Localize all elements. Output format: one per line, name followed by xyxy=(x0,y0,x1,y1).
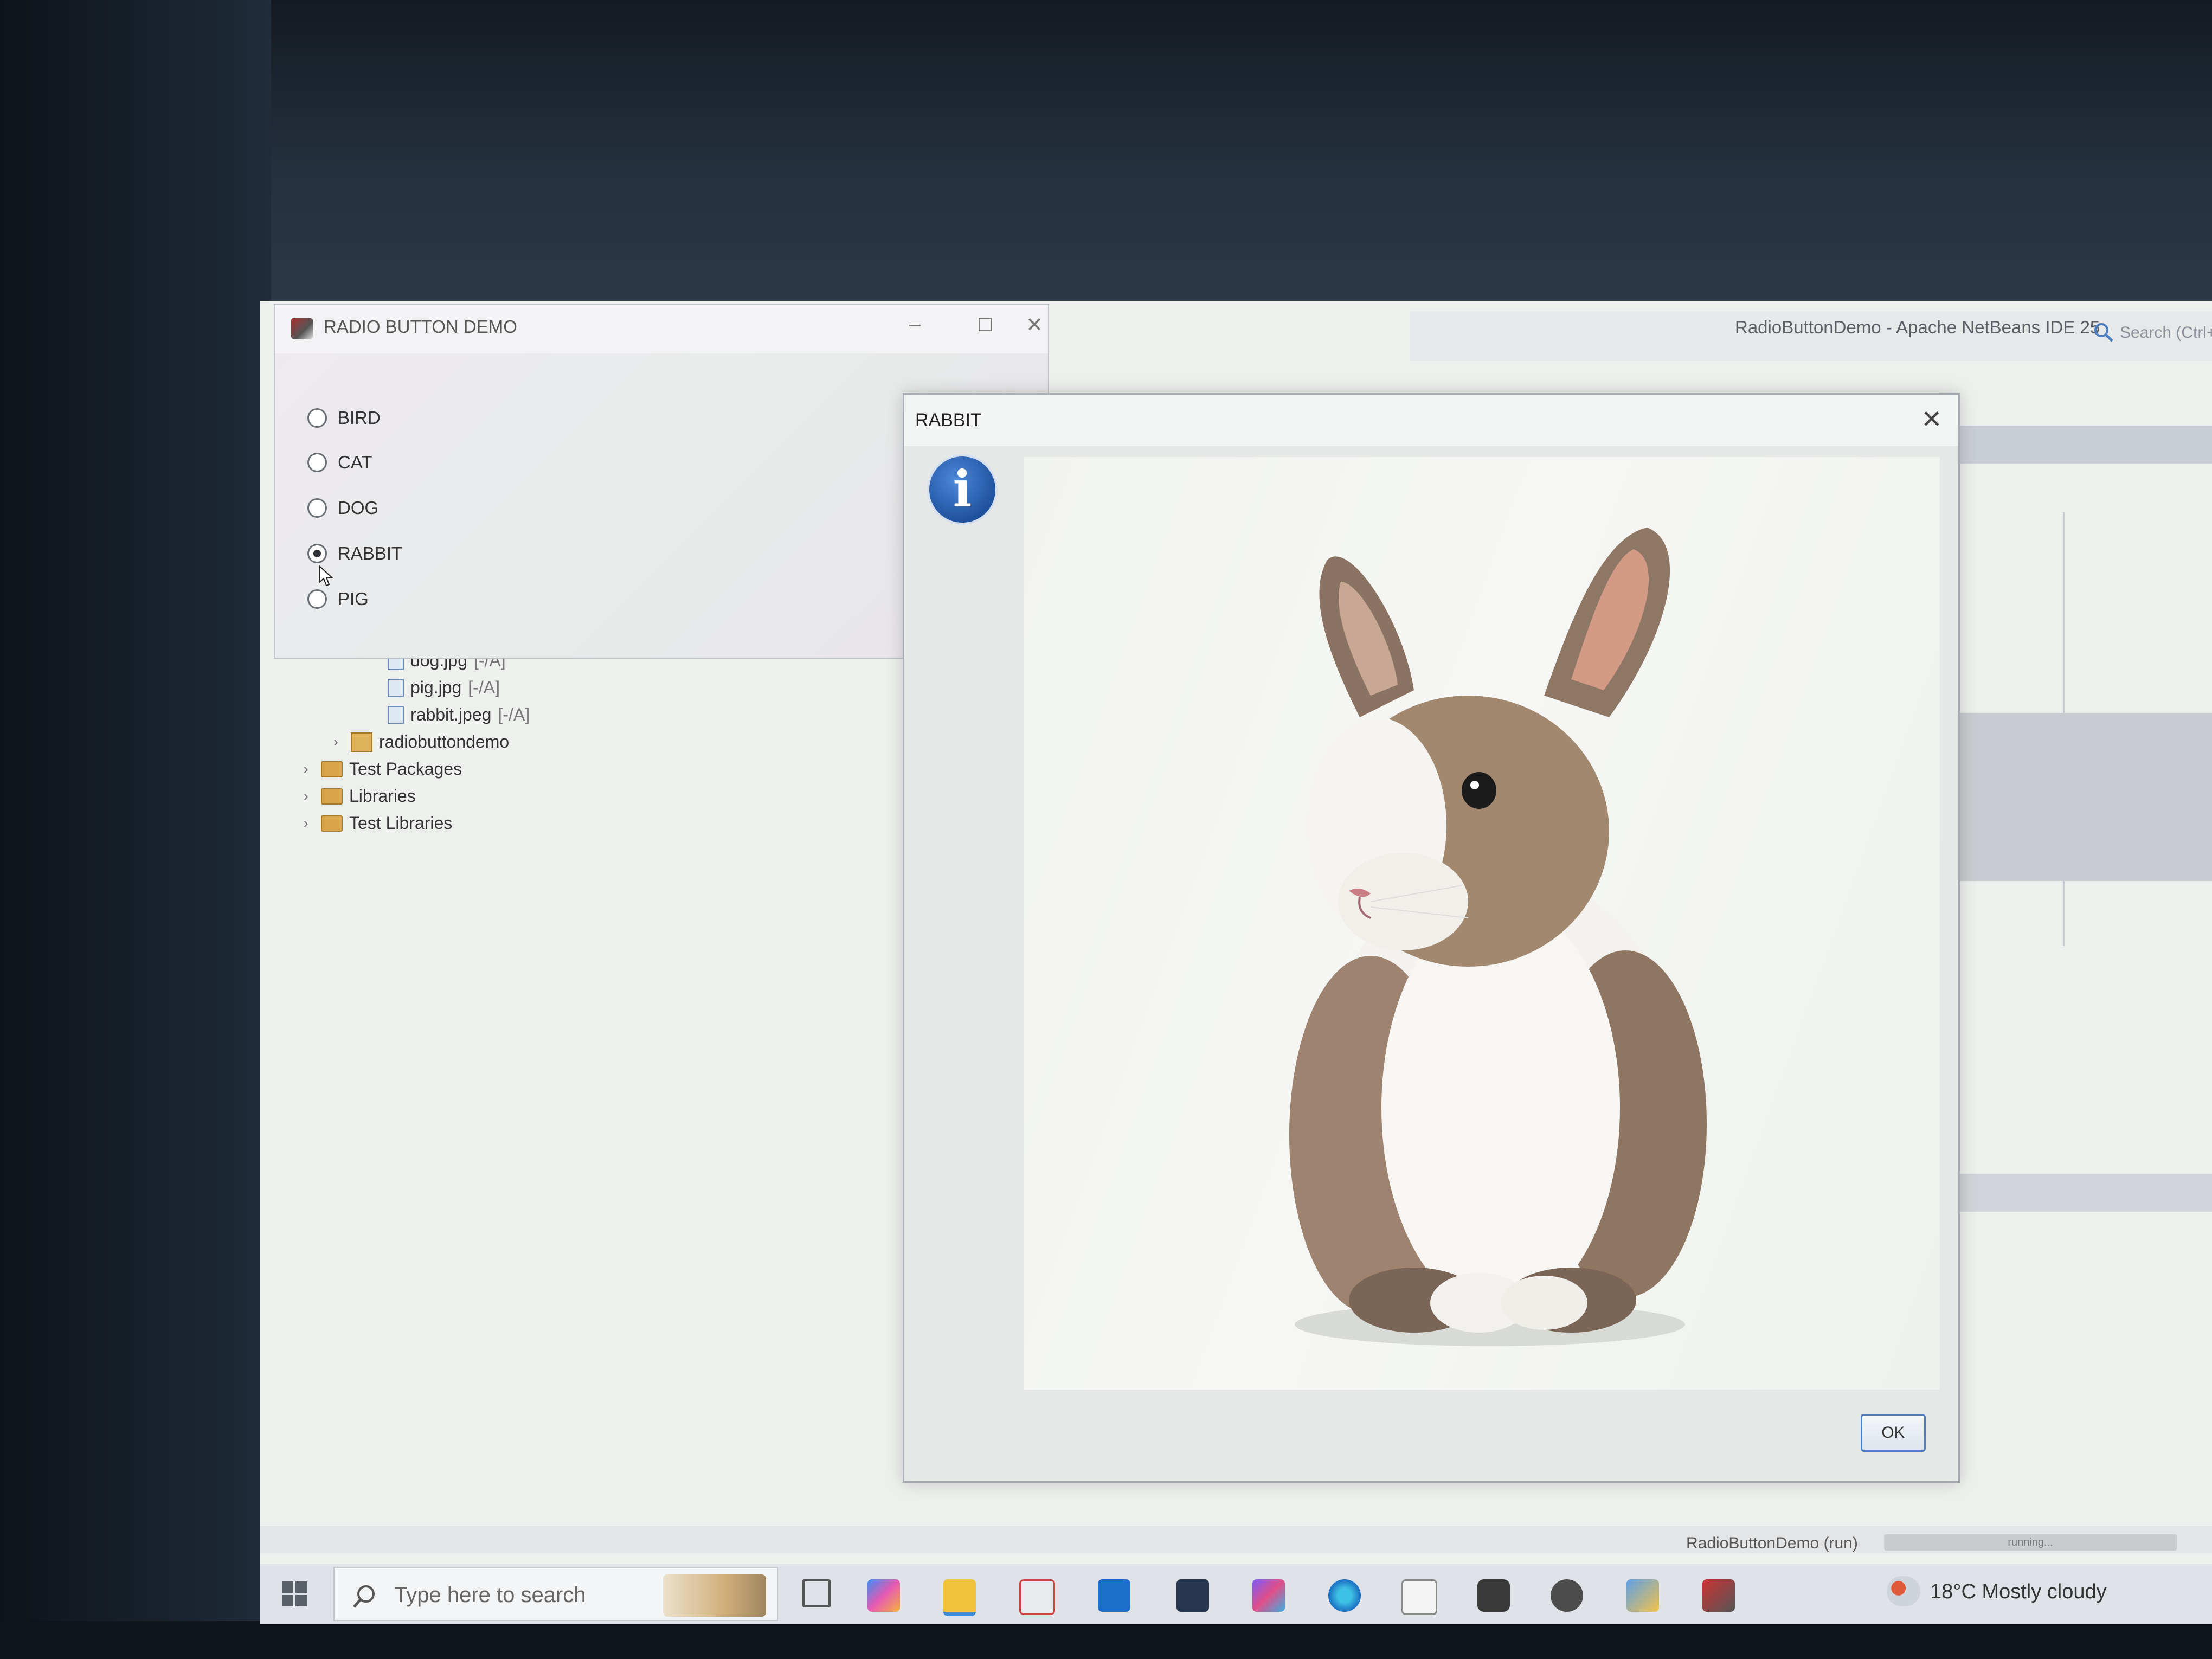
dialog-title: RABBIT xyxy=(915,410,982,430)
radio-option-pig[interactable]: PIG xyxy=(307,589,369,609)
tree-folder-item[interactable]: › Test Packages xyxy=(304,759,462,779)
radio-button[interactable] xyxy=(307,498,327,518)
weather-status[interactable]: 18°C Mostly cloudy xyxy=(1930,1580,2107,1604)
editor-toolbar xyxy=(1952,426,2212,464)
netbeans-window-title: RadioButtonDemo - Apache NetBeans IDE 25 xyxy=(1735,317,2100,337)
windows-taskbar: Type here to search 18°C Mostly cloudy xyxy=(260,1564,2212,1624)
window-title-bar: RADIO BUTTON DEMO – ☐ ✕ xyxy=(275,305,1048,353)
tree-file-item[interactable]: pig.jpg [-/A] xyxy=(388,678,500,698)
information-icon: i xyxy=(927,454,998,525)
youtube-icon[interactable] xyxy=(1477,1579,1510,1612)
chevron-right-icon[interactable]: › xyxy=(304,815,314,832)
window-title: RADIO BUTTON DEMO xyxy=(324,317,517,337)
image-file-icon xyxy=(388,705,404,724)
tree-folder-item[interactable]: › Test Libraries xyxy=(304,813,452,833)
tree-package-item[interactable]: › radiobuttondemo xyxy=(333,732,509,752)
netbeans-icon[interactable] xyxy=(1702,1579,1735,1612)
maximize-icon[interactable]: ☐ xyxy=(977,314,993,336)
tree-file-item[interactable]: rabbit.jpeg [-/A] xyxy=(388,705,530,725)
rabbit-message-dialog: RABBIT ✕ i OK xyxy=(903,393,1960,1483)
app-icon[interactable] xyxy=(1626,1579,1659,1612)
github-icon[interactable] xyxy=(1551,1579,1583,1612)
radio-button[interactable] xyxy=(307,408,327,428)
tree-folder-item[interactable]: › Libraries xyxy=(304,786,416,806)
radio-option-bird[interactable]: BIRD xyxy=(307,408,381,428)
search-icon[interactable] xyxy=(2093,321,2114,343)
task-view-icon[interactable] xyxy=(802,1579,831,1607)
microsoft-store-icon[interactable] xyxy=(1019,1579,1055,1615)
desktop-screen: RadioButtonDemo - Apache NetBeans IDE 25… xyxy=(260,301,2212,1624)
edge-icon[interactable] xyxy=(1328,1579,1361,1612)
chevron-right-icon[interactable]: › xyxy=(304,788,314,805)
minimize-icon[interactable]: – xyxy=(909,313,921,336)
taskbar-search-box[interactable]: Type here to search xyxy=(333,1567,778,1621)
weather-icon[interactable] xyxy=(1887,1576,1920,1606)
screen-bezel-left xyxy=(0,0,271,1659)
close-icon[interactable]: ✕ xyxy=(1026,313,1043,337)
dialog-title-bar: RABBIT ✕ xyxy=(904,395,1958,446)
run-status-label[interactable]: RadioButtonDemo (run) xyxy=(1686,1534,1858,1553)
screen-bezel-bottom xyxy=(0,1621,2212,1659)
windows-start-icon[interactable] xyxy=(282,1581,307,1606)
mouse-cursor-icon xyxy=(319,565,333,587)
search-placeholder: Type here to search xyxy=(394,1583,586,1607)
folder-icon xyxy=(321,788,343,805)
output-strip xyxy=(1952,1174,2212,1212)
word-icon[interactable] xyxy=(1401,1579,1437,1615)
java-app-icon xyxy=(291,318,313,339)
search-icon xyxy=(353,1585,375,1608)
run-progress-bar[interactable]: running... xyxy=(1884,1534,2177,1551)
rabbit-photo xyxy=(1024,457,1940,1390)
close-icon[interactable]: ✕ xyxy=(1921,404,1942,434)
photo-of-laptop-screen: RadioButtonDemo - Apache NetBeans IDE 25… xyxy=(0,0,2212,1659)
radio-button[interactable] xyxy=(307,453,327,472)
outlook-icon[interactable] xyxy=(1098,1579,1130,1612)
netbeans-search-field[interactable]: Search (Ctrl+I) xyxy=(2120,324,2212,342)
netbeans-title-bar: RadioButtonDemo - Apache NetBeans IDE 25… xyxy=(1410,312,2212,361)
chevron-right-icon[interactable]: › xyxy=(304,761,314,777)
ok-button[interactable]: OK xyxy=(1861,1414,1926,1452)
folder-icon xyxy=(321,815,343,832)
editor-panel xyxy=(1952,713,2212,881)
radio-button-selected[interactable] xyxy=(307,544,327,563)
search-highlight-image xyxy=(663,1574,766,1617)
radio-button[interactable] xyxy=(307,589,327,609)
package-icon xyxy=(351,732,372,752)
hi-app-icon[interactable] xyxy=(1176,1579,1209,1612)
copilot-icon[interactable] xyxy=(867,1579,900,1612)
folder-icon xyxy=(321,761,343,777)
rabbit-illustration xyxy=(1289,528,1707,1346)
chevron-right-icon[interactable]: › xyxy=(333,734,344,750)
image-file-icon xyxy=(388,678,404,697)
radio-option-rabbit[interactable]: RABBIT xyxy=(307,543,402,564)
microsoft-365-icon[interactable] xyxy=(1252,1579,1285,1612)
file-explorer-icon[interactable] xyxy=(943,1579,976,1616)
screen-bezel-top xyxy=(0,0,2212,304)
radio-option-cat[interactable]: CAT xyxy=(307,452,372,473)
radio-option-dog[interactable]: DOG xyxy=(307,498,378,518)
